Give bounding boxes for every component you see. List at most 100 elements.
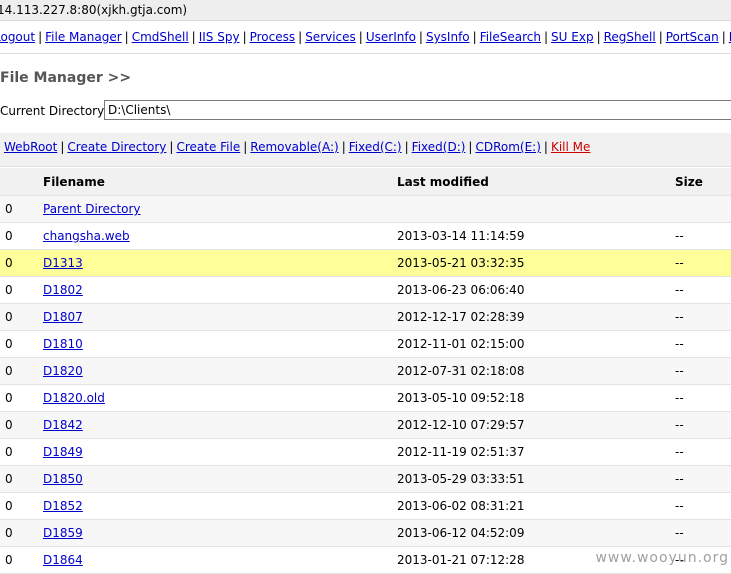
- current-directory-input[interactable]: [104, 100, 731, 120]
- file-link[interactable]: D1842: [43, 418, 83, 432]
- file-link[interactable]: D1802: [43, 283, 83, 297]
- nav-link-logout[interactable]: Logout: [0, 30, 35, 44]
- file-link[interactable]: D1849: [43, 445, 83, 459]
- table-row: 0 D1807 2012-12-17 02:28:39 --: [0, 303, 731, 331]
- file-link[interactable]: D1850: [43, 472, 83, 486]
- file-link[interactable]: D1864: [43, 553, 83, 567]
- file-link[interactable]: D1820.old: [43, 391, 105, 405]
- row-filename-cell: D1807: [43, 303, 397, 331]
- nav-link-services[interactable]: Services: [305, 30, 356, 44]
- row-index: 0: [0, 519, 43, 547]
- nav-link-iis-spy[interactable]: IIS Spy: [199, 30, 240, 44]
- drive-link-cdrom-e[interactable]: CDRom(E:): [475, 140, 540, 154]
- row-last-modified: 2012-12-17 02:28:39: [397, 303, 675, 331]
- row-last-modified: 2012-11-19 02:51:37: [397, 438, 675, 466]
- nav-link-portscan[interactable]: PortScan: [666, 30, 719, 44]
- row-last-modified: 2012-07-31 02:18:08: [397, 357, 675, 385]
- nav-link-cmdshell[interactable]: CmdShell: [132, 30, 189, 44]
- row-index: 0: [0, 438, 43, 466]
- row-index: 0: [0, 546, 43, 574]
- drives-separator: |: [243, 140, 248, 154]
- row-size: --: [675, 276, 731, 304]
- nav-link-process[interactable]: Process: [250, 30, 296, 44]
- host-title: 14.113.227.8:80(xjkh.gtja.com): [0, 3, 188, 17]
- table-row: 0 D1810 2012-11-01 02:15:00 --: [0, 330, 731, 358]
- row-size: --: [675, 519, 731, 547]
- table-row: 0 D1859 2013-06-12 04:52:09 --: [0, 519, 731, 547]
- row-index: 0: [0, 195, 43, 223]
- nav-separator: |: [191, 30, 196, 44]
- row-last-modified: 2013-06-23 06:06:40: [397, 276, 675, 304]
- row-size: --: [675, 357, 731, 385]
- file-link[interactable]: D1810: [43, 337, 83, 351]
- drive-link-fixed-d[interactable]: Fixed(D:): [412, 140, 466, 154]
- file-table: Filename Last modified Size 0 Parent Dire…: [0, 168, 731, 574]
- row-filename-cell: D1820.old: [43, 384, 397, 412]
- row-filename-cell: D1820: [43, 357, 397, 385]
- nav-separator: |: [544, 30, 549, 44]
- watermark: www.wooyun.org: [595, 550, 729, 566]
- row-filename-cell: D1849: [43, 438, 397, 466]
- drive-link-fixed-c[interactable]: Fixed(C:): [349, 140, 402, 154]
- table-row: 0 D1802 2013-06-23 06:06:40 --: [0, 276, 731, 304]
- current-directory-bar: Current Directory :: [0, 98, 731, 126]
- drives-separator: |: [341, 140, 346, 154]
- nav-separator: |: [418, 30, 423, 44]
- drives-separator: |: [543, 140, 548, 154]
- nav-link-sysinfo[interactable]: SysInfo: [426, 30, 470, 44]
- nav-separator: |: [358, 30, 363, 44]
- header-size[interactable]: Size: [675, 168, 731, 196]
- file-link[interactable]: changsha.web: [43, 229, 130, 243]
- row-last-modified: 2013-05-29 03:33:51: [397, 465, 675, 493]
- nav-separator: |: [596, 30, 601, 44]
- drive-link-create-directory[interactable]: Create Directory: [67, 140, 166, 154]
- row-index: 0: [0, 303, 43, 331]
- drives-separator: |: [468, 140, 473, 154]
- file-link[interactable]: D1820: [43, 364, 83, 378]
- row-index: 0: [0, 411, 43, 439]
- table-header-row: Filename Last modified Size: [0, 168, 731, 196]
- nav-link-filesearch[interactable]: FileSearch: [480, 30, 541, 44]
- nav-link-file-manager[interactable]: File Manager: [45, 30, 122, 44]
- drive-link-create-file[interactable]: Create File: [176, 140, 240, 154]
- row-filename-cell: D1810: [43, 330, 397, 358]
- file-link[interactable]: D1313: [43, 256, 83, 270]
- row-size: --: [675, 492, 731, 520]
- current-directory-label: Current Directory :: [0, 104, 113, 118]
- row-filename-cell: D1859: [43, 519, 397, 547]
- nav-separator: |: [472, 30, 477, 44]
- row-size: --: [675, 438, 731, 466]
- row-size: --: [675, 330, 731, 358]
- row-size: --: [675, 465, 731, 493]
- nav-link-regshell[interactable]: RegShell: [604, 30, 656, 44]
- row-last-modified: 2012-12-10 07:29:57: [397, 411, 675, 439]
- drives-separator: |: [60, 140, 65, 154]
- row-index: 0: [0, 492, 43, 520]
- file-link[interactable]: D1807: [43, 310, 83, 324]
- row-filename-cell: D1864: [43, 546, 397, 574]
- drive-link-removable-a[interactable]: Removable(A:): [250, 140, 338, 154]
- row-index: 0: [0, 330, 43, 358]
- table-row: 0 D1849 2012-11-19 02:51:37 --: [0, 438, 731, 466]
- table-row: 0 D1820.old 2013-05-10 09:52:18 --: [0, 384, 731, 412]
- nav-separator: |: [298, 30, 303, 44]
- row-filename-cell: D1842: [43, 411, 397, 439]
- table-row: 0 D1852 2013-06-02 08:31:21 --: [0, 492, 731, 520]
- drives-separator: |: [169, 140, 174, 154]
- row-index: 0: [0, 222, 43, 250]
- parent-directory-link[interactable]: Parent Directory: [43, 202, 141, 216]
- nav-link-userinfo[interactable]: UserInfo: [366, 30, 416, 44]
- row-size: --: [675, 249, 731, 277]
- row-filename-cell: D1852: [43, 492, 397, 520]
- table-row: 0 D1313 2013-05-21 03:32:35 --: [0, 249, 731, 277]
- nav-link-su-exp[interactable]: SU Exp: [551, 30, 594, 44]
- file-link[interactable]: D1852: [43, 499, 83, 513]
- header-filename[interactable]: Filename: [43, 168, 397, 196]
- drive-link-webroot[interactable]: WebRoot: [4, 140, 57, 154]
- header-last-modified[interactable]: Last modified: [397, 168, 675, 196]
- file-link[interactable]: D1859: [43, 526, 83, 540]
- table-row: 0 changsha.web 2013-03-14 11:14:59 --: [0, 222, 731, 250]
- row-size: --: [675, 303, 731, 331]
- kill-me-link[interactable]: Kill Me: [551, 140, 590, 154]
- row-index: 0: [0, 384, 43, 412]
